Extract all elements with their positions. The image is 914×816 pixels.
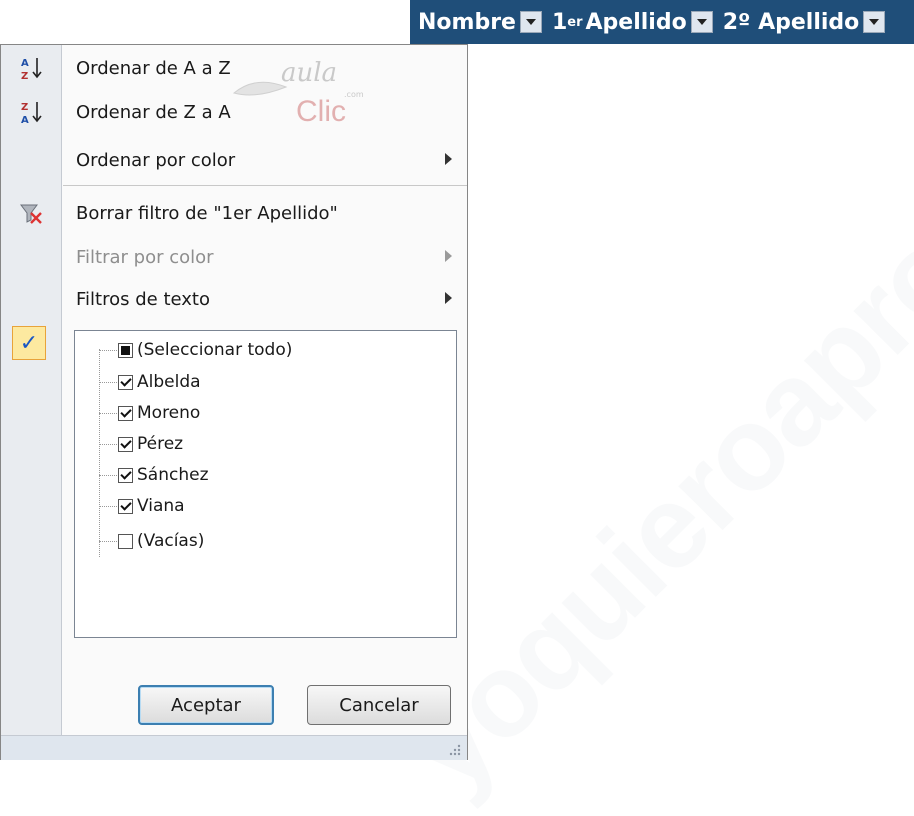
menu-item-sort-az[interactable]: A Z Ordenar de A a Z [1,47,467,89]
chevron-down-icon [869,19,880,25]
value-checkbox[interactable] [118,405,133,421]
list-item[interactable]: (Seleccionar todo) [99,335,292,365]
list-item-label: Viana [137,496,185,516]
menu-item-label: Filtros de texto [76,288,210,310]
filter-dropdown-button[interactable] [690,11,713,33]
column-header-strip: Nombre 1 er Apellido 2º Apellido [410,0,914,44]
submenu-arrow-icon [445,250,452,262]
value-checkbox[interactable] [118,498,133,514]
column-header-2-apellido: 2º Apellido [715,0,888,44]
list-item-label: (Vacías) [137,531,205,551]
autofilter-menu: aula .com Clic A Z Ordenar de A a Z Z A … [0,44,468,760]
column-header-label: 2º Apellido [722,9,860,35]
list-item[interactable]: Pérez [99,429,183,459]
checkmark-icon: ✓ [12,326,46,360]
chevron-down-icon [525,19,536,25]
value-checkbox[interactable] [118,467,133,483]
svg-text:A: A [21,115,29,126]
list-item-label: (Seleccionar todo) [137,340,293,360]
list-item-label: Moreno [137,403,201,423]
filter-values-list[interactable]: (Seleccionar todo) Albelda Moreno Pérez … [74,330,457,638]
list-item[interactable]: (Vacías) [99,526,204,556]
list-item[interactable]: Albelda [99,367,201,397]
column-header-label: Apellido [585,9,687,35]
clear-filter-icon [1,192,61,234]
svg-text:Z: Z [21,71,28,82]
sort-ascending-icon: A Z [1,47,61,89]
filter-dropdown-button[interactable] [863,11,886,33]
resize-grip-icon[interactable] [447,742,461,756]
submenu-arrow-icon [445,153,452,165]
list-item[interactable]: Sánchez [99,460,209,490]
menu-item-label: Borrar filtro de "1er Apellido" [76,202,338,224]
filter-dropdown-button[interactable] [519,11,542,33]
list-item[interactable]: Viana [99,491,185,521]
menu-item-sort-by-color[interactable]: Ordenar por color [1,139,467,181]
svg-text:A: A [21,58,29,69]
submenu-arrow-icon [445,292,452,304]
column-header-label: Nombre [418,9,516,35]
menu-item-text-filters[interactable]: Filtros de texto [1,278,467,320]
list-item[interactable]: Moreno [99,398,200,428]
value-checkbox[interactable] [118,374,133,390]
menu-item-label: Ordenar de A a Z [76,57,231,79]
list-item-label: Pérez [137,434,184,454]
column-header-1er-apellido: 1 er Apellido [544,0,715,44]
sort-descending-icon: Z A [1,91,61,133]
menu-item-clear-filter[interactable]: Borrar filtro de "1er Apellido" [1,192,467,234]
value-checkbox[interactable] [118,533,133,549]
select-all-checkbox[interactable] [118,342,133,358]
menu-item-filter-by-color: Filtrar por color [1,236,467,278]
chevron-down-icon [696,19,707,25]
menu-item-sort-za[interactable]: Z A Ordenar de Z a A [1,91,467,133]
column-header-sup: er [567,14,583,30]
svg-text:Z: Z [21,102,28,113]
column-header-prefix: 1 [551,9,568,35]
menu-item-label: Filtrar por color [76,246,214,268]
menu-item-label: Ordenar por color [76,149,236,171]
list-item-label: Sánchez [137,465,209,485]
resize-bar [1,735,467,760]
list-item-label: Albelda [137,372,201,392]
menu-separator [63,185,467,186]
column-header-nombre: Nombre [410,0,544,44]
accept-button[interactable]: Aceptar [138,685,274,725]
value-checkbox[interactable] [118,436,133,452]
cancel-button[interactable]: Cancelar [307,685,451,725]
menu-item-label: Ordenar de Z a A [76,101,231,123]
